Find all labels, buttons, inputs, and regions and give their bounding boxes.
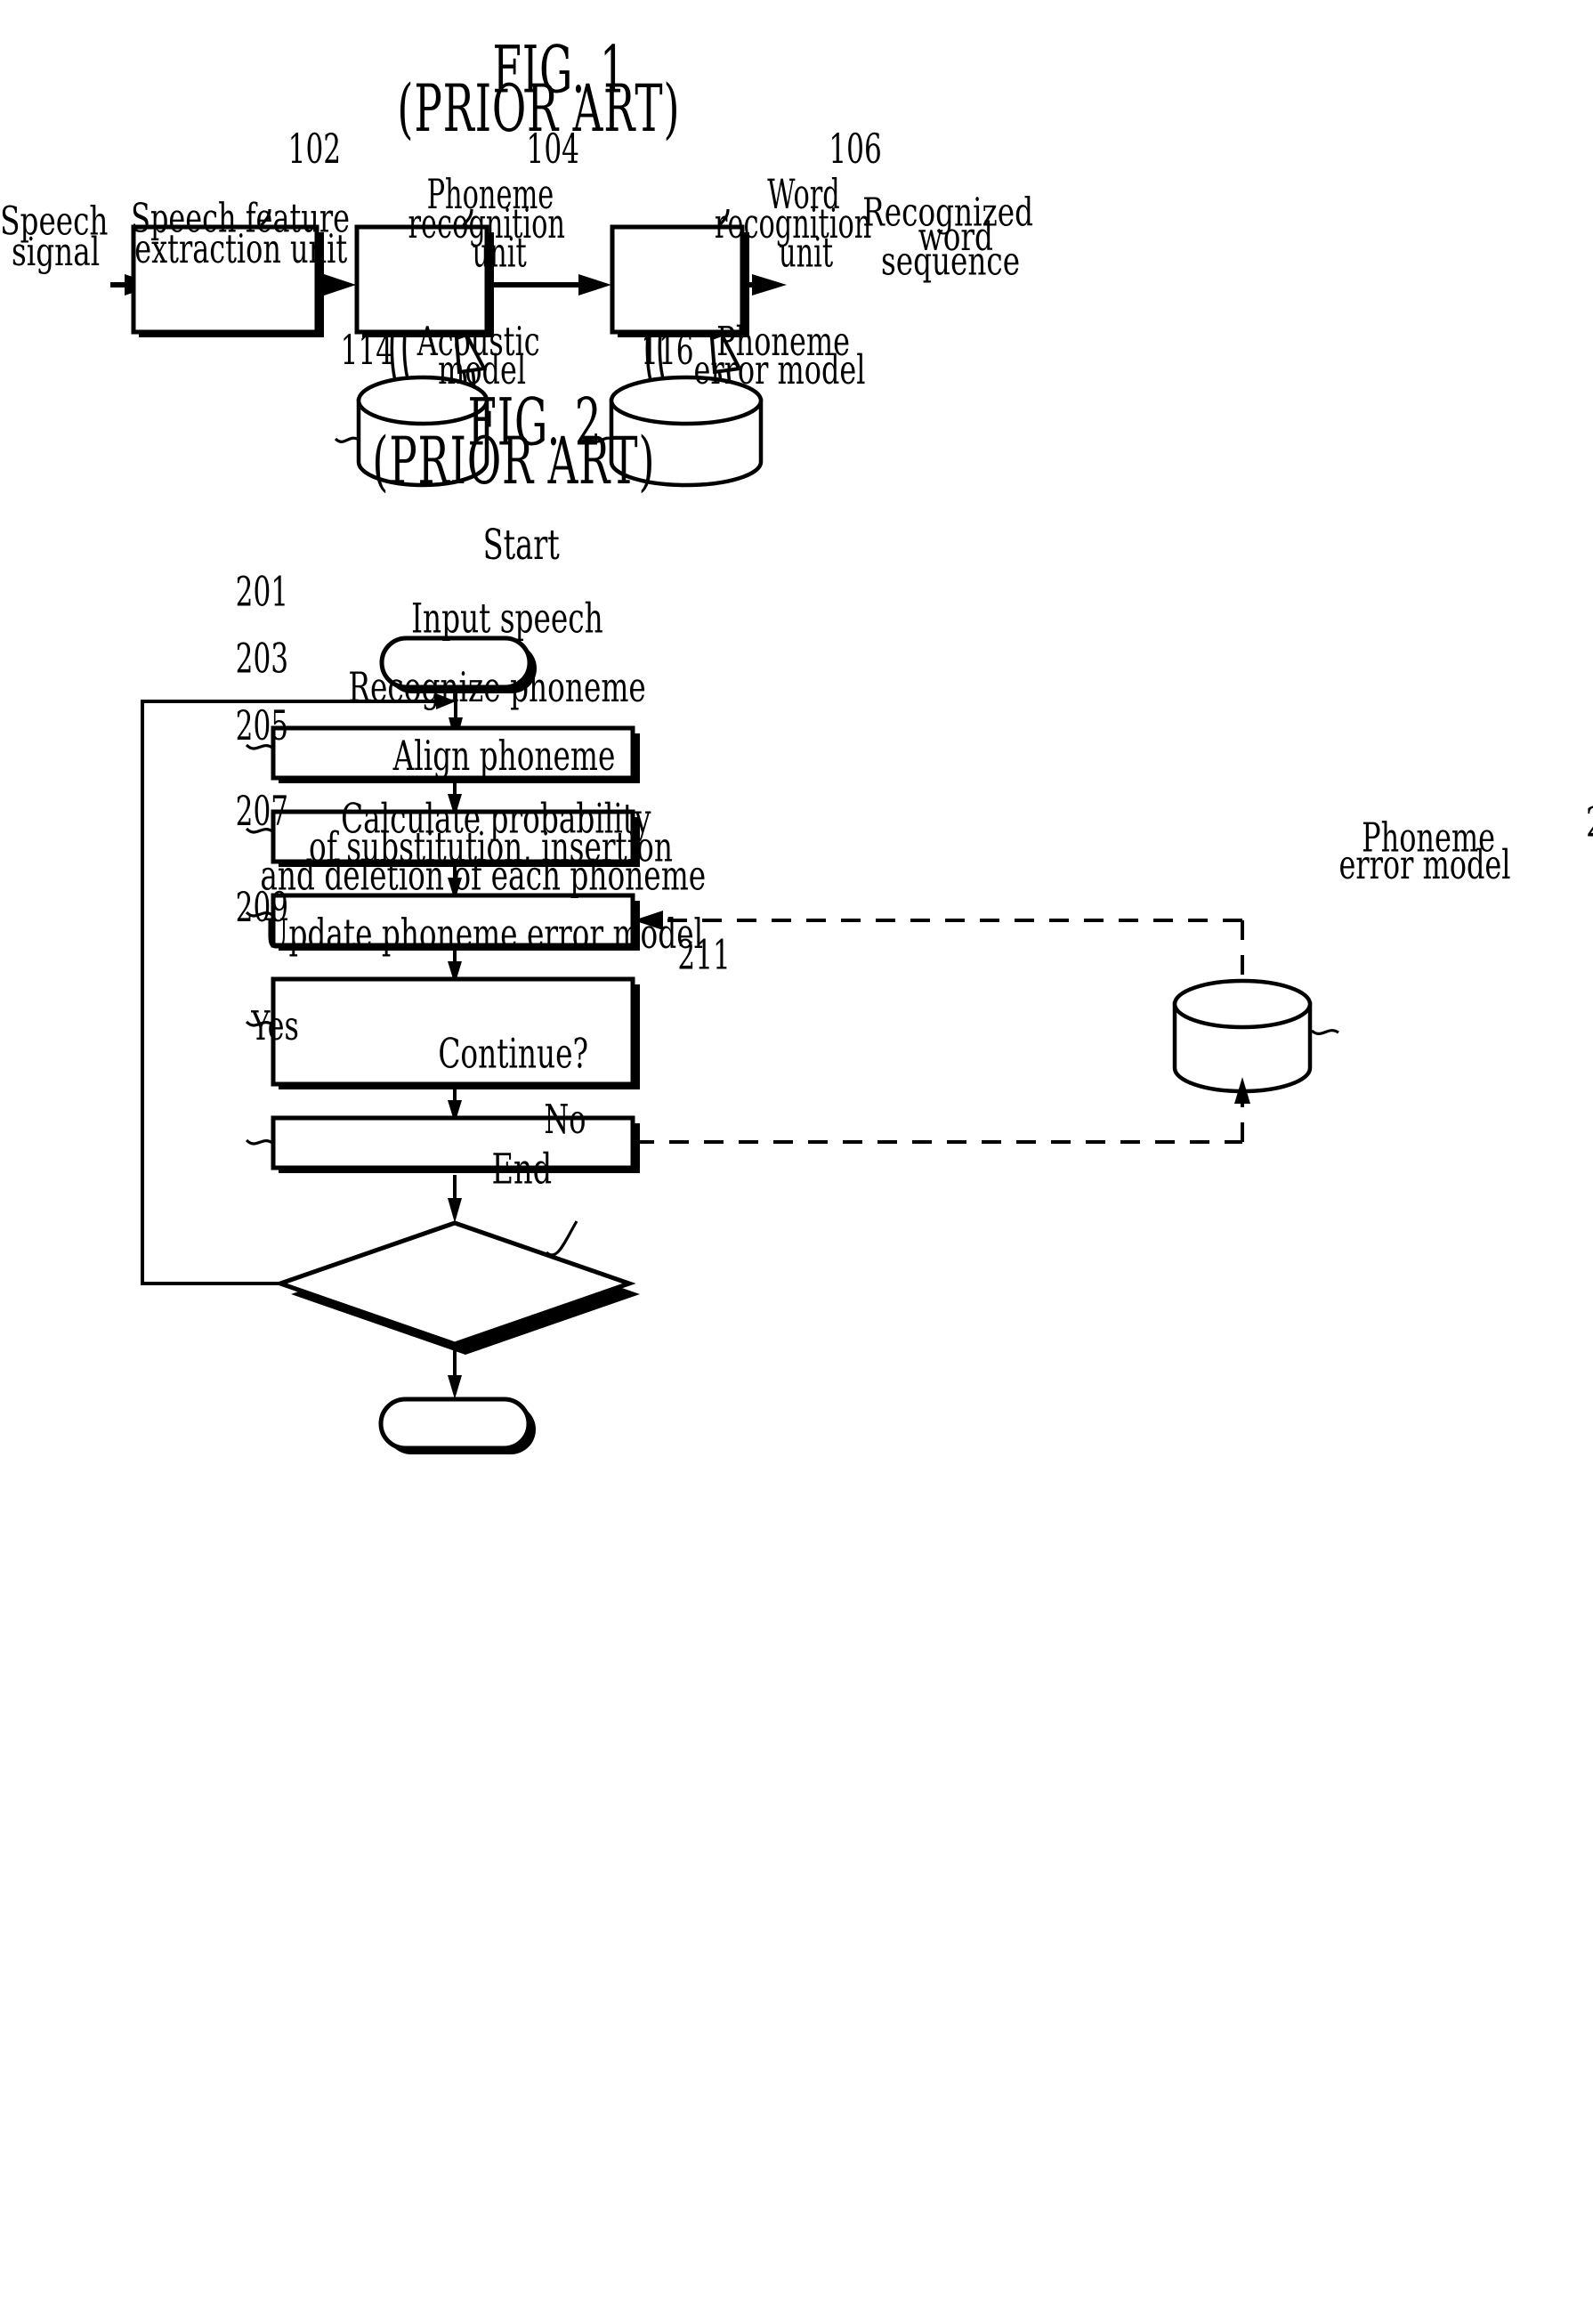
fig2-ref-211: 211	[677, 933, 730, 980]
fig2-leader-220	[1310, 1029, 1339, 1035]
fig1-ref-116: 116	[641, 328, 693, 375]
fig1-arrow-102-to-104	[319, 274, 356, 296]
fig1-ref-102: 102	[288, 126, 341, 174]
fig2-start-label: Start	[483, 520, 561, 569]
fig2-step-209-line1: Update phoneme error model	[264, 911, 703, 958]
fig2-step-205-line1: Align phoneme	[392, 733, 616, 780]
fig2-no-label: No	[544, 1097, 586, 1144]
fig2-ref-207: 207	[236, 789, 288, 836]
fig2-datastore-phoneme-error-model: Phoneme error model 220	[1172, 800, 1593, 1094]
fig2-ref-209: 209	[236, 885, 288, 932]
fig1-box-word-recognition-unit: Word recognition unit	[610, 172, 871, 337]
fig1-ref-104: 104	[526, 126, 578, 174]
fig1-box-phoneme-recognition-unit: Phoneme recognition unit	[354, 172, 565, 337]
fig2-dashed-update-to-model	[635, 1077, 1250, 1144]
fig1-output-label-line3: sequence	[881, 239, 1020, 285]
fig2-end-label: End	[491, 1145, 552, 1194]
fig1-arrow-104-to-106	[489, 274, 611, 296]
fig2-ref-220: 220	[1586, 800, 1593, 847]
fig2-datastore-220-line2: error model	[1338, 843, 1510, 889]
fig2-yes-label: Yes	[251, 1004, 299, 1050]
fig1-box-102-line2: extraction unit	[134, 226, 347, 272]
fig1-input-label-line2: signal	[12, 230, 100, 275]
fig2-leader-211	[545, 1220, 578, 1257]
fig1-ref-106: 106	[829, 126, 881, 174]
fig1-leader-114	[334, 436, 360, 443]
fig2-ref-205: 205	[236, 703, 288, 750]
drawing-canvas: FIG. 1 (PRIOR ART) Speech signal 102 Spe…	[0, 33, 1593, 1454]
fig2-ref-203: 203	[236, 636, 288, 684]
fig2-title-line2: (PRIOR ART)	[372, 424, 655, 499]
fig2-arrow-209-to-211	[448, 1175, 462, 1223]
fig1-ref-114: 114	[341, 328, 393, 375]
fig1-datastore-116-line2: error model	[693, 348, 865, 394]
fig2-leader-209	[245, 1138, 273, 1146]
fig1-box-106-line3: unit	[779, 230, 833, 277]
patent-drawing-sheet: FIG. 1 (PRIOR ART) Speech signal 102 Spe…	[0, 0, 1593, 2324]
fig2-decision-shape	[273, 1220, 636, 1347]
fig1-arrow-output	[744, 274, 787, 296]
fig1-box-104-line3: unit	[473, 230, 527, 277]
fig2-cylinder-top-220	[1172, 978, 1313, 1030]
fig2-step-203-line1: Recognize phoneme	[348, 664, 645, 711]
fig2-step-201-line1: Input speech	[411, 595, 603, 643]
fig2-ref-201: 201	[236, 570, 288, 617]
fig2-step-207-line3: and deletion of each phoneme	[260, 853, 706, 900]
fig1-box-speech-feature-extraction-unit: Speech feature extraction unit	[131, 196, 350, 337]
figure-2: FIG. 2 (PRIOR ART) Start Input speech 20…	[141, 385, 1593, 1454]
fig2-decision-label: Continue?	[438, 1031, 588, 1078]
